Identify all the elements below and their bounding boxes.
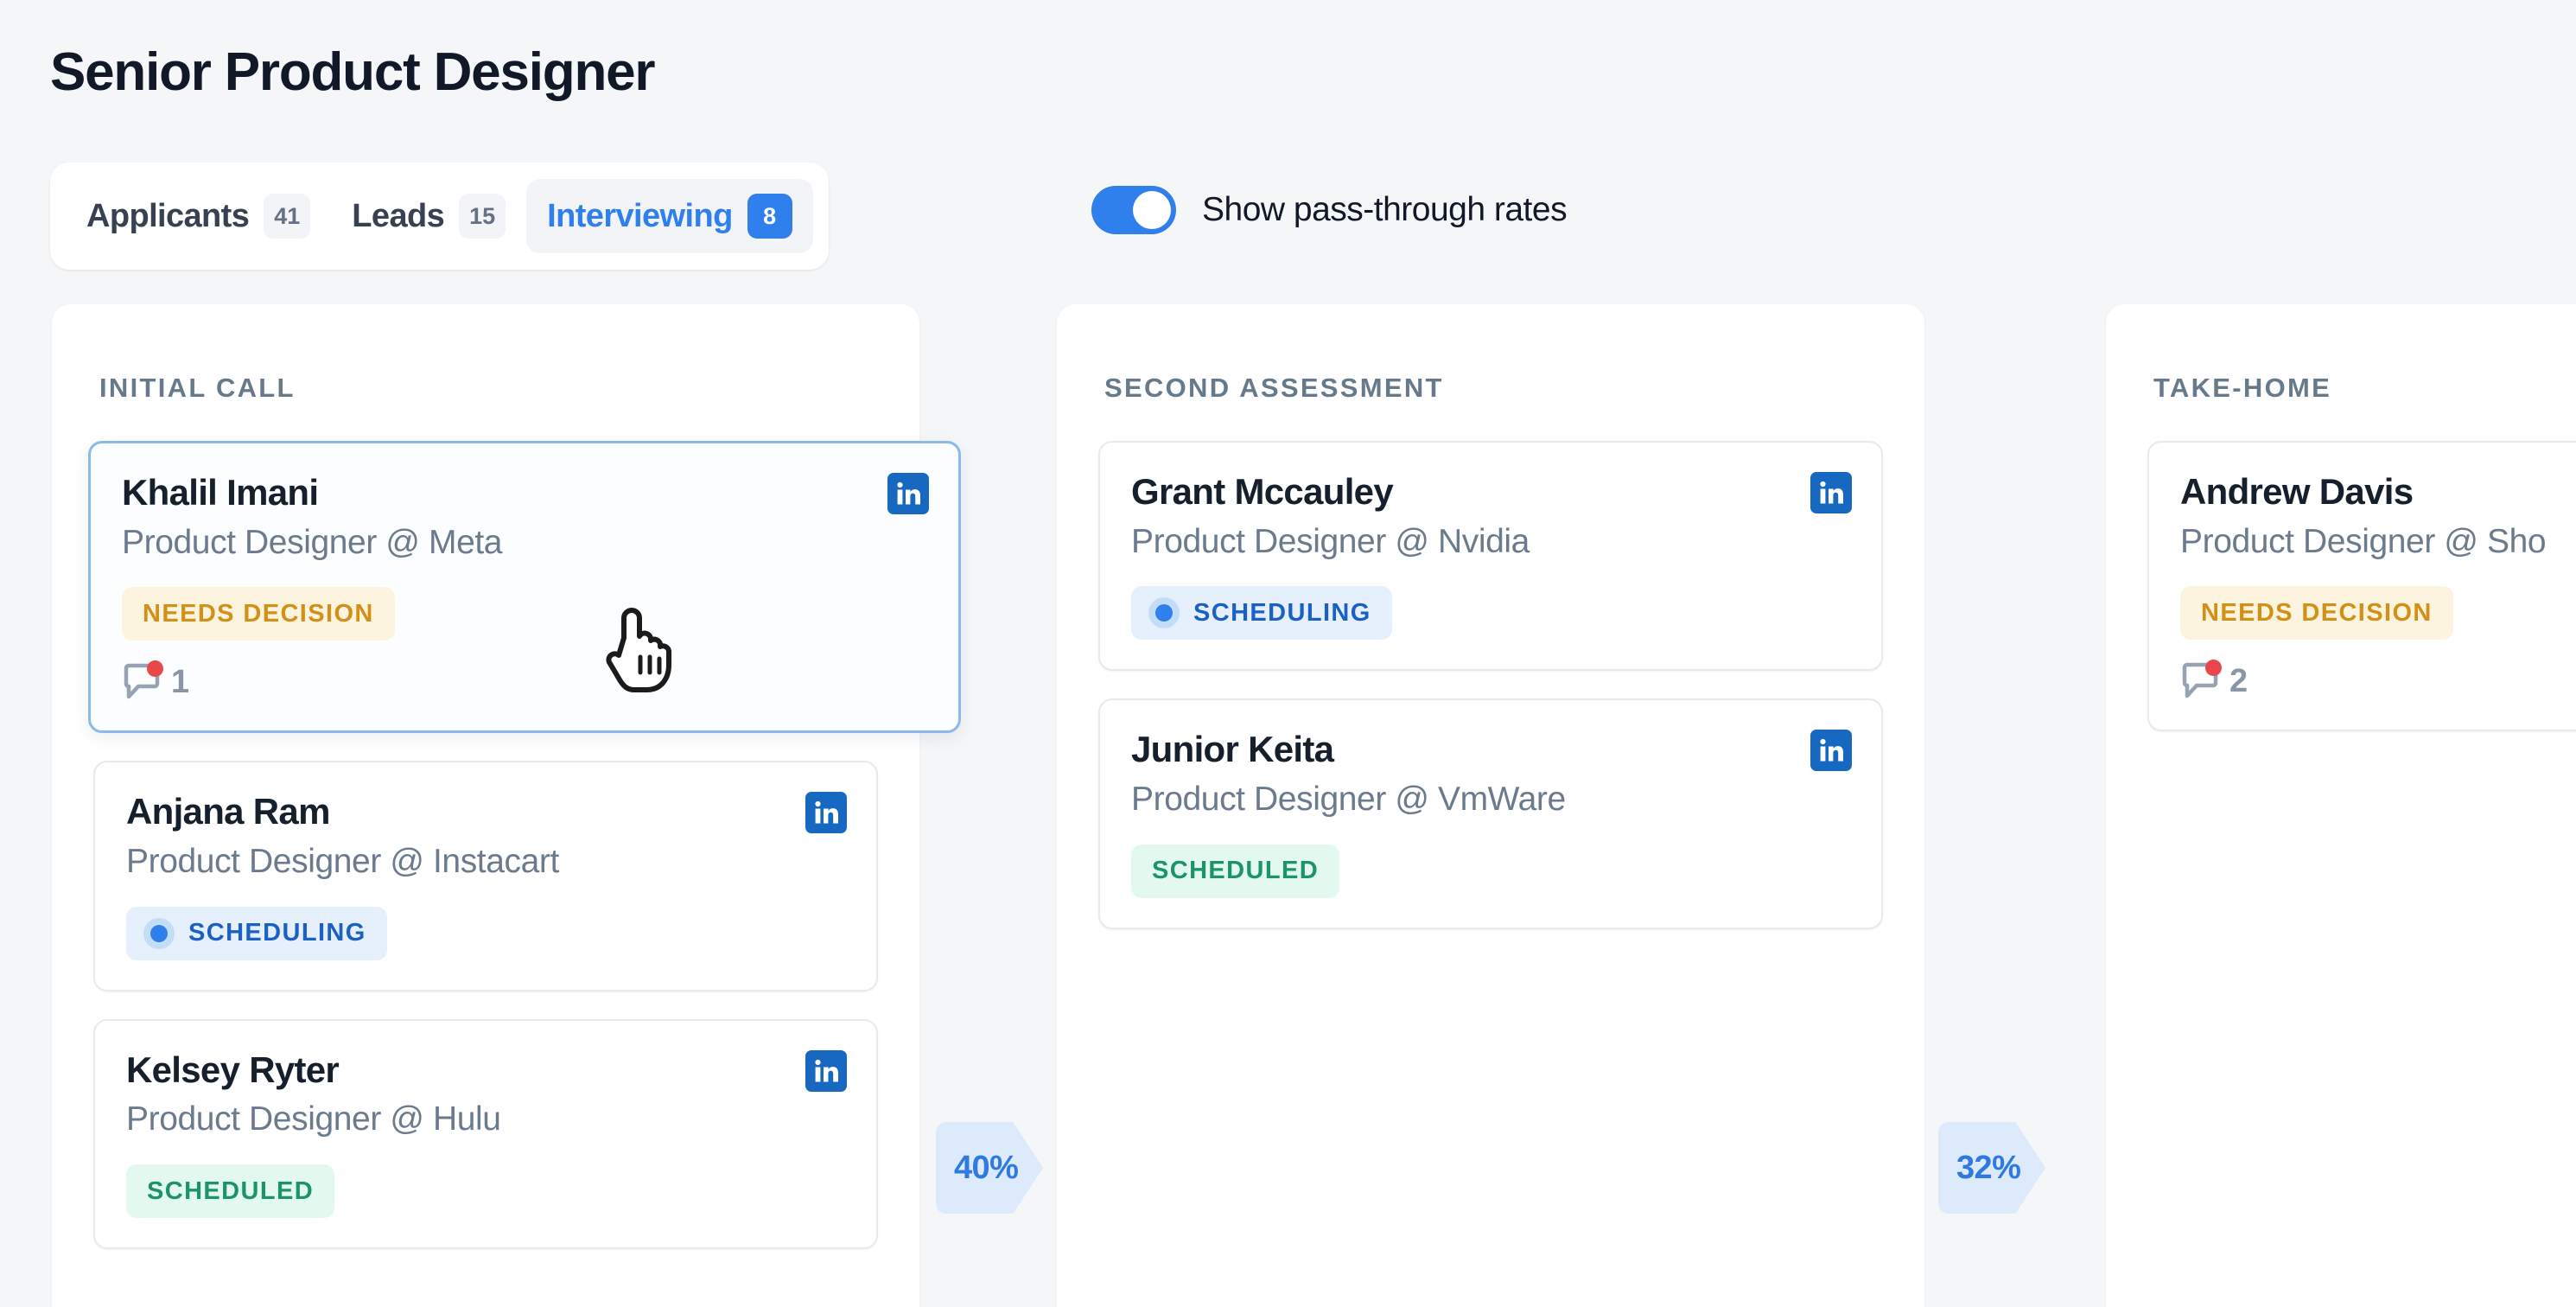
status-badge: SCHEDULING [126, 906, 387, 960]
candidate-role: Product Designer @ Instacart [126, 842, 559, 880]
tab-label: Interviewing [547, 197, 733, 234]
candidate-card-list: Khalil Imani Product Designer @ Meta NEEDS… [52, 441, 961, 1277]
candidate-card[interactable]: Khalil Imani Product Designer @ Meta NEEDS… [88, 441, 961, 734]
candidate-role: Product Designer @ Nvidia [1131, 522, 1530, 560]
candidate-card-list: Grant Mccauley Product Designer @ Nvidia S… [1057, 441, 1924, 957]
status-dot-icon [143, 917, 175, 949]
status-badge-label: SCHEDULED [147, 1176, 315, 1205]
candidate-role: Product Designer @ VmWare [1131, 780, 1566, 818]
status-dot-icon [1148, 597, 1180, 629]
candidate-name: Khalil Imani [122, 472, 319, 513]
candidate-role: Product Designer @ Hulu [126, 1100, 501, 1138]
linkedin-icon[interactable] [805, 792, 847, 834]
status-badge-label: SCHEDULING [188, 919, 366, 947]
comment-count: 2 [2229, 662, 2248, 699]
toggle-knob [1133, 191, 1171, 229]
linkedin-icon[interactable] [1810, 472, 1852, 513]
tab-interviewing[interactable]: Interviewing 8 [526, 179, 813, 253]
stage-column-title: SECOND ASSESSMENT [1104, 373, 1444, 403]
pass-through-rate-badge: 32% [1938, 1122, 2045, 1214]
stage-column-initial-call: INITIAL CALL Khalil Imani Product Designer… [52, 304, 961, 1307]
status-badge-label: NEEDS DECISION [143, 599, 374, 628]
comment-bubble-icon [122, 660, 163, 701]
stage-column-title: TAKE-HOME [2153, 373, 2332, 403]
candidate-name: Junior Keita [1131, 729, 1334, 770]
stage-column-title: INITIAL CALL [99, 373, 296, 403]
candidate-card[interactable]: Kelsey Ryter Product Designer @ Hulu SCHED… [93, 1018, 878, 1250]
tab-count-badge: 15 [459, 194, 506, 239]
candidate-name: Anjana Ram [126, 791, 330, 832]
candidate-card[interactable]: Junior Keita Product Designer @ VmWare SCH… [1098, 698, 1883, 929]
candidate-role: Product Designer @ Sho [2180, 522, 2547, 560]
pass-through-rate-badge: 40% [936, 1122, 1043, 1214]
stage-column-second-assessment: SECOND ASSESSMENT Grant Mccauley Product D… [1057, 304, 1924, 1307]
status-badge-label: SCHEDULING [1193, 598, 1371, 627]
candidate-name: Kelsey Ryter [126, 1049, 340, 1090]
tab-label: Leads [352, 197, 445, 234]
status-badge: NEEDS DECISION [122, 587, 395, 641]
status-badge: NEEDS DECISION [2180, 586, 2453, 641]
show-pass-through-rates-toggle[interactable] [1091, 186, 1176, 234]
linkedin-icon[interactable] [1810, 730, 1852, 772]
status-badge: SCHEDULED [126, 1164, 335, 1219]
tab-count-badge: 8 [747, 194, 792, 239]
comment-count: 1 [171, 663, 189, 700]
linkedin-icon[interactable] [887, 473, 929, 514]
candidate-name: Andrew Davis [2180, 471, 2414, 512]
candidate-card[interactable]: Andrew Davis Product Designer @ Sho NEEDS … [2147, 441, 2576, 732]
candidate-card-list: Andrew Davis Product Designer @ Sho NEEDS … [2106, 441, 2576, 759]
candidate-name: Grant Mccauley [1131, 471, 1394, 512]
status-badge-label: NEEDS DECISION [2201, 598, 2433, 627]
status-badge: SCHEDULED [1131, 844, 1340, 898]
pass-through-toggle-row: Show pass-through rates [1091, 186, 1568, 234]
candidate-card[interactable]: Grant Mccauley Product Designer @ Nvidia S… [1098, 441, 1883, 672]
tab-count-badge: 41 [264, 194, 311, 239]
tab-applicants[interactable]: Applicants 41 [66, 179, 331, 253]
tab-label: Applicants [86, 197, 250, 234]
candidate-role: Product Designer @ Meta [122, 523, 503, 561]
linkedin-icon[interactable] [805, 1049, 847, 1092]
status-badge: SCHEDULING [1131, 586, 1392, 641]
tab-leads[interactable]: Leads 15 [331, 179, 526, 253]
pass-through-toggle-label: Show pass-through rates [1202, 191, 1568, 228]
comment-bubble-icon [2180, 660, 2222, 700]
stage-tab-bar: Applicants 41 Leads 15 Interviewing 8 [50, 163, 829, 270]
page-title: Senior Product Designer [50, 42, 656, 102]
stage-column-take-home: TAKE-HOME Andrew Davis Product Designer @ … [2106, 304, 2576, 1307]
comment-indicator[interactable]: 2 [2180, 660, 2576, 700]
status-badge-label: SCHEDULED [1152, 857, 1320, 885]
pipeline-board: INITIAL CALL Khalil Imani Product Designer… [0, 304, 2576, 1307]
candidate-card[interactable]: Anjana Ram Product Designer @ Instacart SC… [93, 761, 878, 991]
comment-indicator[interactable]: 1 [122, 660, 927, 701]
